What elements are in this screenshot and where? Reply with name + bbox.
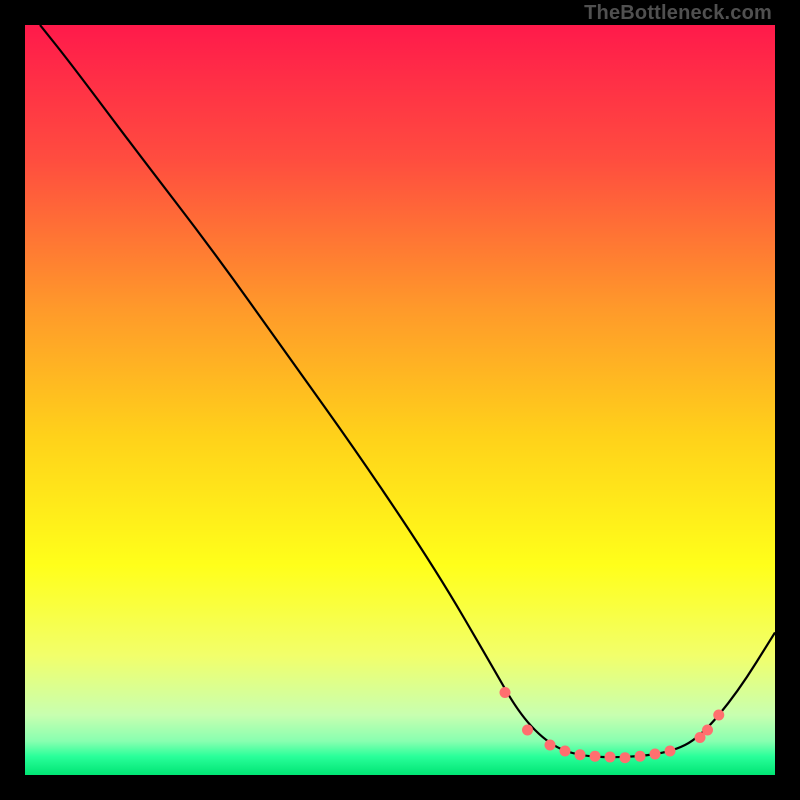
watermark-text: TheBottleneck.com [584,2,772,25]
data-marker [650,749,661,760]
data-marker [635,751,646,762]
data-marker [500,687,511,698]
data-marker [590,751,601,762]
data-marker [665,746,676,757]
bottleneck-chart [25,25,775,775]
data-marker [702,725,713,736]
chart-frame [25,25,775,775]
data-marker [522,725,533,736]
data-marker [545,740,556,751]
data-marker [575,749,586,760]
data-marker [713,710,724,721]
data-marker [560,746,571,757]
data-marker [605,752,616,763]
data-marker [620,752,631,763]
gradient-bg [25,25,775,775]
